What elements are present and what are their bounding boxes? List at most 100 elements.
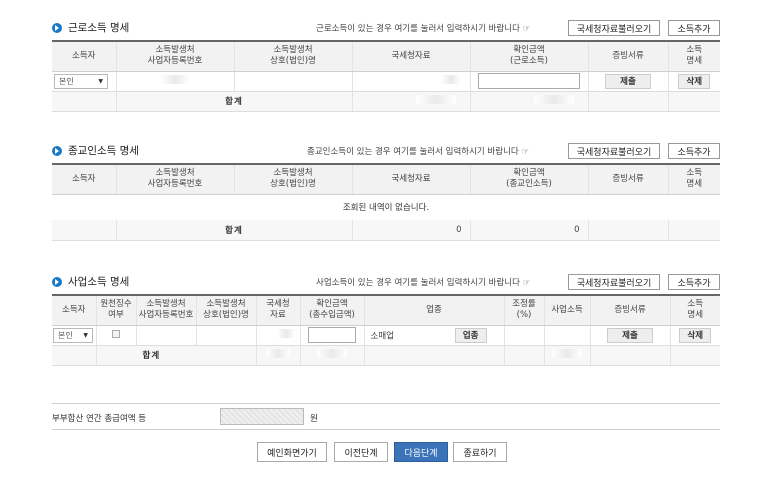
finish-button[interactable]: 종료하기 [453, 442, 507, 462]
delete-row-button[interactable]: 삭제 [678, 73, 711, 89]
divider [52, 429, 720, 430]
biz-name-cell [233, 71, 352, 92]
sum-label: 합계 [95, 345, 256, 366]
header-evidence: 증빙서류 [587, 163, 668, 195]
sum-label: 합계 [115, 91, 352, 112]
withholding-checkbox[interactable] [112, 329, 120, 338]
header-confirmed-amount: 확인금액 (근로소득) [469, 40, 588, 72]
couple-total-input [220, 408, 304, 425]
header-nts-data-label: 국세청 자료 [266, 299, 290, 321]
sum-confirmed-cell [469, 91, 588, 112]
header-adjust-rate: 조정률 (%) [503, 294, 544, 326]
header-detail-label: 소득 명세 [687, 299, 704, 321]
header-nts-data: 국세청자료 [351, 40, 470, 72]
table-row: 본인 ▼ 소매업 업종 제출 삭제 [52, 325, 720, 346]
sum-row: 합계 [52, 91, 720, 112]
adjust-rate-cell [503, 325, 544, 346]
header-confirmed-amount-label: 확인금액 (근로소득) [510, 45, 548, 67]
header-detail: 소득 명세 [667, 40, 720, 72]
business-income-hint[interactable]: 사업소득이 있는 경우 여기를 눌러서 입력하시기 바랍니다 ☞ [316, 276, 530, 288]
evidence-cell: 제출 [589, 325, 670, 346]
next-step-button[interactable]: 다음단계 [394, 442, 448, 462]
masked-value [416, 95, 456, 104]
nts-data-cell [255, 325, 300, 346]
business-income-cell [543, 325, 590, 346]
industry-cell: 소매업 업종 [363, 325, 504, 346]
religious-add-income-button[interactable]: 소득추가 [668, 143, 720, 159]
prev-screen-button[interactable]: 예인화면가기 [257, 442, 327, 462]
sum-row: 합계 0 0 [52, 220, 720, 241]
masked-value [441, 75, 461, 84]
sum-empty-cell [52, 220, 116, 241]
masked-value [534, 95, 574, 104]
circle-arrow-icon [52, 276, 62, 287]
religious-income-title: 종교인소득 명세 [52, 143, 139, 158]
earner-select[interactable]: 본인 ▼ [53, 327, 93, 343]
earner-select-value: 본인 [58, 330, 73, 340]
table-row: 본인 ▼ 제출 삭제 [52, 71, 720, 92]
couple-total-label: 부부합산 연간 총급여액 등 [52, 414, 147, 424]
sum-confirmed-cell: 0 [469, 220, 588, 241]
industry-select-button[interactable]: 업종 [454, 327, 487, 343]
biz-reg-no-cell [115, 71, 234, 92]
header-nts-data: 국세청 자료 [255, 294, 300, 326]
earner-select[interactable]: 본인 ▼ [54, 73, 108, 89]
industry-value: 소매업 [370, 331, 394, 341]
labor-load-nts-button[interactable]: 국세청자료불러오기 [568, 20, 660, 36]
labor-add-income-button[interactable]: 소득추가 [668, 20, 720, 36]
religious-load-nts-button[interactable]: 국세청자료불러오기 [568, 143, 660, 159]
sum-confirmed-cell [299, 345, 364, 366]
sum-empty-cell [587, 91, 668, 112]
earner-cell: 본인 ▼ [52, 325, 96, 346]
prev-step-button[interactable]: 이전단계 [334, 442, 388, 462]
table-header-row: 소득자 원천징수 여부 소득발생처 사업자등록번호 소득발생처 상호(법인)명 … [52, 294, 720, 326]
earner-cell: 본인 ▼ [52, 71, 116, 92]
sum-empty-cell [363, 345, 504, 366]
header-biz-reg-no: 소득발생처 사업자등록번호 [115, 40, 234, 72]
header-confirmed-amount-label: 확인금액 (종교인소득) [506, 168, 552, 190]
confirmed-amount-cell [299, 325, 364, 346]
withholding-cell [95, 325, 136, 346]
confirmed-amount-input[interactable] [478, 73, 580, 89]
chevron-down-icon: ▼ [98, 77, 103, 85]
header-industry: 업종 [363, 294, 504, 326]
religious-income-table: 소득자 소득발생처 사업자등록번호 소득발생처 상호(법인)명 국세청자료 확인… [52, 163, 720, 241]
circle-arrow-icon [52, 145, 62, 156]
header-biz-name: 소득발생처 상호(법인)명 [233, 163, 352, 195]
sum-nts-cell [255, 345, 300, 366]
header-biz-reg-no-label: 소득발생처 사업자등록번호 [147, 168, 203, 190]
header-withholding-label: 원천징수 여부 [100, 299, 132, 321]
earner-select-value: 본인 [59, 76, 74, 86]
header-biz-reg-no: 소득발생처 사업자등록번호 [115, 163, 234, 195]
delete-row-button[interactable]: 삭제 [679, 327, 712, 343]
header-confirmed-amount-label: 확인금액 (총수입금액) [309, 299, 355, 321]
submit-evidence-button[interactable]: 제출 [605, 73, 651, 89]
empty-message: 조회된 내역이 없습니다. [342, 203, 430, 214]
labor-income-hint[interactable]: 근로소득이 있는 경우 여기를 눌러서 입력하시기 바랍니다 ☞ [316, 22, 530, 34]
business-add-income-button[interactable]: 소득추가 [668, 274, 720, 290]
table-header-row: 소득자 소득발생처 사업자등록번호 소득발생처 상호(법인)명 국세청자료 확인… [52, 163, 720, 195]
table-header-row: 소득자 소득발생처 사업자등록번호 소득발생처 상호(법인)명 국세청자료 확인… [52, 40, 720, 72]
header-biz-name-label: 소득발생처 상호(법인)명 [270, 168, 316, 190]
submit-evidence-button[interactable]: 제출 [607, 327, 653, 343]
business-income-table: 소득자 원천징수 여부 소득발생처 사업자등록번호 소득발생처 상호(법인)명 … [52, 294, 720, 366]
business-load-nts-button[interactable]: 국세청자료불러오기 [568, 274, 660, 290]
header-biz-name: 소득발생처 상호(법인)명 [195, 294, 256, 326]
header-nts-data: 국세청자료 [351, 163, 470, 195]
header-earner: 소득자 [52, 163, 116, 195]
header-detail: 소득 명세 [669, 294, 720, 326]
circle-arrow-icon [52, 22, 62, 33]
masked-value [317, 349, 347, 358]
sum-empty-cell [52, 91, 116, 112]
header-evidence: 증빙서류 [589, 294, 670, 326]
header-biz-reg-no-label: 소득발생처 사업자등록번호 [147, 45, 203, 67]
sum-empty-cell [667, 91, 720, 112]
masked-value [552, 349, 582, 358]
religious-income-hint[interactable]: 종교인소득이 있는 경우 여기를 눌러서 입력하시기 바랍니다 ☞ [307, 145, 529, 157]
evidence-cell: 제출 [587, 71, 668, 92]
sum-label: 합계 [115, 220, 352, 241]
header-confirmed-amount: 확인금액 (종교인소득) [469, 163, 588, 195]
sum-empty-cell [587, 220, 668, 241]
couple-total-unit: 원 [310, 414, 318, 424]
confirmed-amount-input[interactable] [308, 327, 356, 343]
